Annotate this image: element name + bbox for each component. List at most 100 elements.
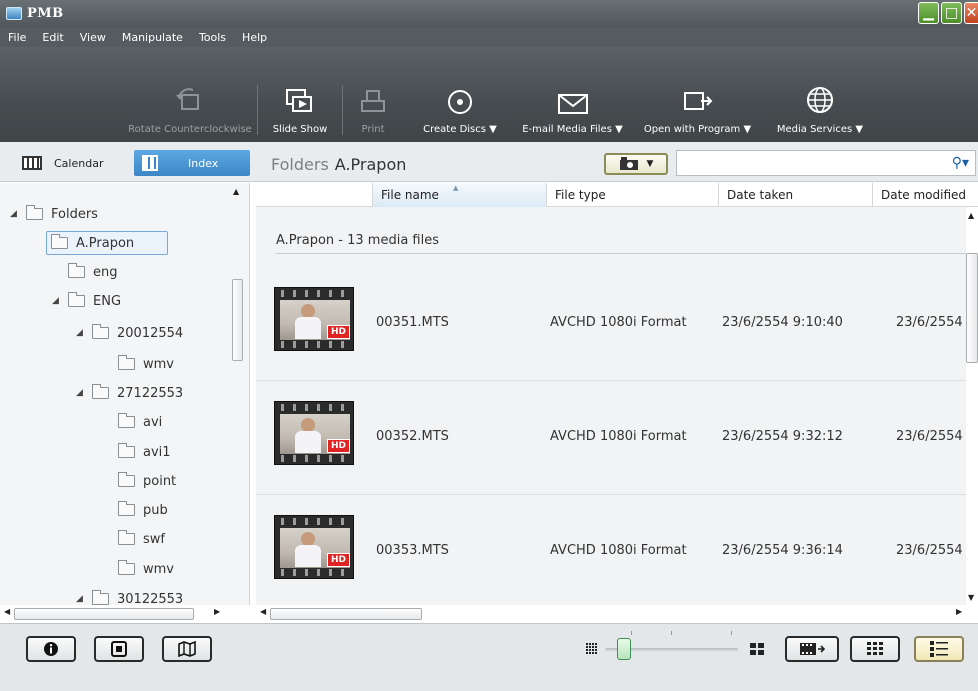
scroll-right-arrow-icon[interactable]: ▶ <box>214 607 220 616</box>
collapse-icon[interactable]: ◢ <box>76 388 86 398</box>
thumbnail-view-button[interactable] <box>850 636 900 662</box>
disc-icon <box>446 85 474 119</box>
date-taken: 23/6/2554 9:10:40 <box>722 315 843 330</box>
scroll-up-arrow-icon[interactable]: ▲ <box>968 211 974 220</box>
tree-node-point[interactable]: point <box>118 469 176 493</box>
tree-node-20012554[interactable]: ◢ 20012554 <box>76 321 183 345</box>
media-services-button[interactable]: Media Services ▼ <box>765 47 875 142</box>
scroll-right-arrow-icon[interactable]: ▶ <box>956 607 962 616</box>
menu-file[interactable]: File <box>8 31 26 44</box>
scrollbar-thumb[interactable] <box>14 608 194 620</box>
details-view-button[interactable] <box>914 636 964 662</box>
status-bar <box>0 623 978 691</box>
slider-handle[interactable] <box>617 638 631 660</box>
small-thumbnails-icon[interactable] <box>586 643 598 658</box>
group-header: A.Prapon - 13 media files <box>276 233 439 248</box>
window-title: PMB <box>27 6 64 21</box>
index-view-tab[interactable]: Index <box>134 150 250 176</box>
preview-icon <box>111 641 127 657</box>
menu-edit[interactable]: Edit <box>42 31 63 44</box>
file-name: 00352.MTS <box>376 429 449 444</box>
print-button[interactable]: Print <box>350 47 396 142</box>
list-horizontal-scrollbar[interactable]: ◀ ▶ <box>256 605 978 623</box>
video-thumbnail[interactable]: HD <box>274 515 354 579</box>
title-bar: PMB ▁ □ ✕ <box>0 0 978 27</box>
collapse-icon[interactable]: ◢ <box>10 209 20 219</box>
map-icon <box>178 641 196 657</box>
tree-node-aprapon[interactable]: A.Prapon <box>46 231 168 255</box>
menu-view[interactable]: View <box>80 31 106 44</box>
tree-node-folders[interactable]: ◢ Folders <box>10 202 98 226</box>
video-thumbnail[interactable]: HD <box>274 401 354 465</box>
tree-node-wmv[interactable]: wmv <box>118 352 174 376</box>
folder-icon <box>92 590 109 605</box>
close-button[interactable]: ✕ <box>964 2 978 24</box>
scroll-left-arrow-icon[interactable]: ◀ <box>4 607 10 616</box>
info-button[interactable] <box>26 636 76 662</box>
folder-icon <box>118 472 135 487</box>
large-thumbnails-icon[interactable] <box>750 643 764 658</box>
tree-node-eng-lower[interactable]: eng <box>68 260 118 284</box>
folder-icon <box>118 413 135 428</box>
scrollbar-thumb[interactable] <box>270 608 422 620</box>
tree-node-27122553[interactable]: ◢ 27122553 <box>76 381 183 405</box>
calendar-icon <box>22 156 42 170</box>
calendar-view-tab[interactable]: Calendar <box>14 150 132 176</box>
slideshow-icon <box>285 85 315 119</box>
grid-view-icon <box>867 642 883 655</box>
open-program-icon <box>681 85 715 119</box>
sort-ascending-icon: ▲ <box>453 184 459 192</box>
column-file-name[interactable]: ▲ File name <box>372 183 546 207</box>
video-view-button[interactable] <box>785 636 839 662</box>
tree-node-wmv-2[interactable]: wmv <box>118 557 174 581</box>
menu-help[interactable]: Help <box>242 31 267 44</box>
menu-tools[interactable]: Tools <box>199 31 226 44</box>
preview-button[interactable] <box>94 636 144 662</box>
file-row[interactable]: HD 00352.MTS AVCHD 1080i Format 23/6/255… <box>256 381 971 495</box>
create-discs-button[interactable]: Create Discs ▼ <box>415 47 505 142</box>
toolbar: Rotate Counterclockwise Slide Show Print… <box>0 47 978 142</box>
column-header: ▲ File name File type Date taken Date mo… <box>256 183 978 207</box>
map-button[interactable] <box>162 636 212 662</box>
date-modified: 23/6/2554 <box>896 543 963 558</box>
import-media-dropdown[interactable]: ▼ <box>604 153 668 175</box>
column-date-taken[interactable]: Date taken <box>718 183 872 207</box>
globe-icon <box>805 83 835 117</box>
collapse-icon[interactable]: ◢ <box>52 296 62 306</box>
list-vertical-scrollbar[interactable]: ▲ ▼ <box>966 207 978 605</box>
column-date-modified[interactable]: Date modified <box>872 183 978 207</box>
open-with-program-button[interactable]: Open with Program ▼ <box>640 47 755 142</box>
menu-manipulate[interactable]: Manipulate <box>122 31 183 44</box>
scroll-down-arrow-icon[interactable]: ▼ <box>968 593 974 602</box>
search-input[interactable]: ⚲▾ <box>676 150 976 176</box>
collapse-icon[interactable]: ◢ <box>76 594 86 604</box>
folder-icon <box>118 355 135 370</box>
scrollbar-thumb[interactable] <box>232 279 243 361</box>
folder-icon <box>92 384 109 399</box>
file-row[interactable]: HD 00351.MTS AVCHD 1080i Format 23/6/255… <box>256 267 971 381</box>
camera-icon <box>619 157 638 170</box>
tree-node-pub[interactable]: pub <box>118 498 168 522</box>
minimize-button[interactable]: ▁ <box>918 2 939 24</box>
column-file-type[interactable]: File type <box>546 183 718 207</box>
tree-horizontal-scrollbar[interactable]: ◀ ▶ <box>0 605 250 623</box>
tree-node-avi[interactable]: avi <box>118 410 162 434</box>
tree-node-avi1[interactable]: avi1 <box>118 440 171 464</box>
email-media-files-button[interactable]: E-mail Media Files ▼ <box>515 47 630 142</box>
tree-vertical-scrollbar[interactable]: ▲ ▼ <box>228 183 245 623</box>
scroll-left-arrow-icon[interactable]: ◀ <box>260 607 266 616</box>
search-icon[interactable]: ⚲▾ <box>952 155 969 171</box>
tree-node-eng[interactable]: ◢ ENG <box>52 289 121 313</box>
collapse-icon[interactable]: ◢ <box>76 328 86 338</box>
file-row[interactable]: HD 00353.MTS AVCHD 1080i Format 23/6/255… <box>256 495 971 609</box>
slide-show-button[interactable]: Slide Show <box>265 47 335 142</box>
maximize-button[interactable]: □ <box>941 2 962 24</box>
scrollbar-thumb[interactable] <box>966 253 978 363</box>
video-thumbnail[interactable]: HD <box>274 287 354 351</box>
tree-node-swf[interactable]: swf <box>118 527 165 551</box>
breadcrumb-root[interactable]: Folders <box>271 155 329 174</box>
file-type: AVCHD 1080i Format <box>550 429 687 444</box>
scroll-up-arrow-icon[interactable]: ▲ <box>233 187 239 196</box>
thumbnail-size-slider[interactable] <box>605 631 738 662</box>
rotate-counterclockwise-button[interactable]: Rotate Counterclockwise <box>128 47 252 142</box>
